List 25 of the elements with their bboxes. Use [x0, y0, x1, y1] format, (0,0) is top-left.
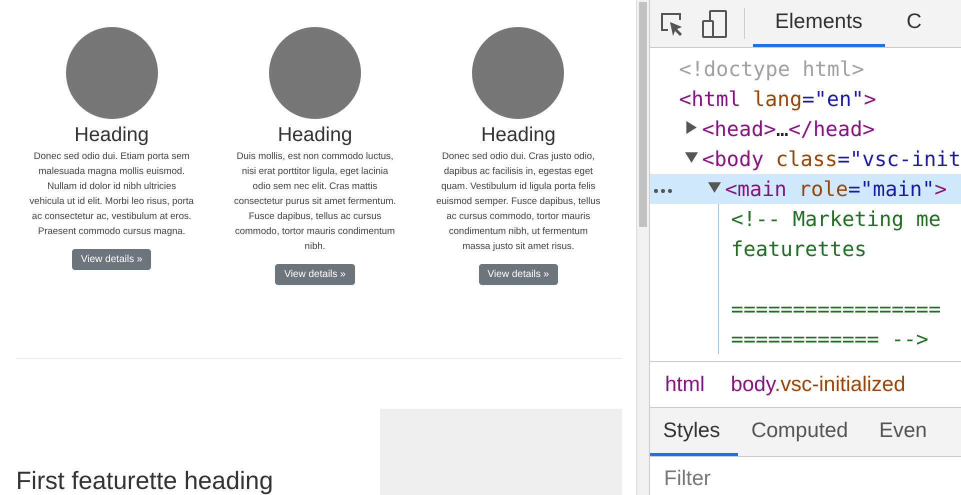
view-details-button[interactable]: View details » [478, 264, 558, 285]
view-details-button[interactable]: View details » [275, 264, 355, 285]
card-heading: Heading [74, 123, 149, 147]
devtools-tab[interactable]: C [884, 0, 944, 47]
view-details-button[interactable]: View details » [72, 249, 152, 270]
card-heading: Heading [481, 123, 556, 147]
scrollbar-thumb[interactable] [639, 2, 647, 227]
dom-node[interactable]: <html lang="en"> [679, 87, 876, 111]
html-comment-line: featurettes [731, 237, 867, 261]
breadcrumb[interactable]: html [665, 372, 705, 396]
devtools-tab[interactable]: Elements [753, 0, 885, 47]
breadcrumb[interactable]: body.vsc-initialized [730, 372, 906, 396]
card-heading: Heading [278, 123, 352, 147]
html-comment-line: ================= [731, 297, 941, 321]
pane-tab[interactable]: Styles [650, 408, 738, 456]
html-comment-line: ============ --> [731, 327, 928, 351]
card-text: Donec sed odio dui. Cras justo odio, dapibus ac facilisis in, egestas eget quam. Vestibulum id ligula porta felis euismod semper. Fusce dapibus, tellus ac cursus commodo, tortor mauris condimentum nibh, ut fermentum massa justo sit amet risus. [435, 150, 602, 254]
html-comment-line: <!-- Marketing me [731, 207, 941, 231]
card-text: Duis mollis, est non commodo luctus, nisi erat porttitor ligula, eget lacinia odio sem nec elit. Cras mattis consectetur purus sit amet fermentum. Fusce dapibus, tellus ac cursus commodo, tortor mauris condimentum nibh. [232, 150, 398, 254]
dom-node[interactable]: <head>…</head> [702, 117, 875, 141]
card-text: Donec sed odio dui. Etiam porta sem malesuada magna mollis euismod. Nullam id dolor id nibh ultricies vehicula ut id elit. Morbi leo risus, porta ac consectetur ac, vestibulum at eros. Praesent commodo cursus magna. [28, 150, 195, 239]
dom-node[interactable]: <body class="vsc-init [702, 147, 961, 171]
pane-tab[interactable]: Even [866, 408, 945, 456]
featurette-heading: First featurette heading [16, 466, 274, 495]
pane-tab[interactable]: Computed [738, 408, 866, 456]
